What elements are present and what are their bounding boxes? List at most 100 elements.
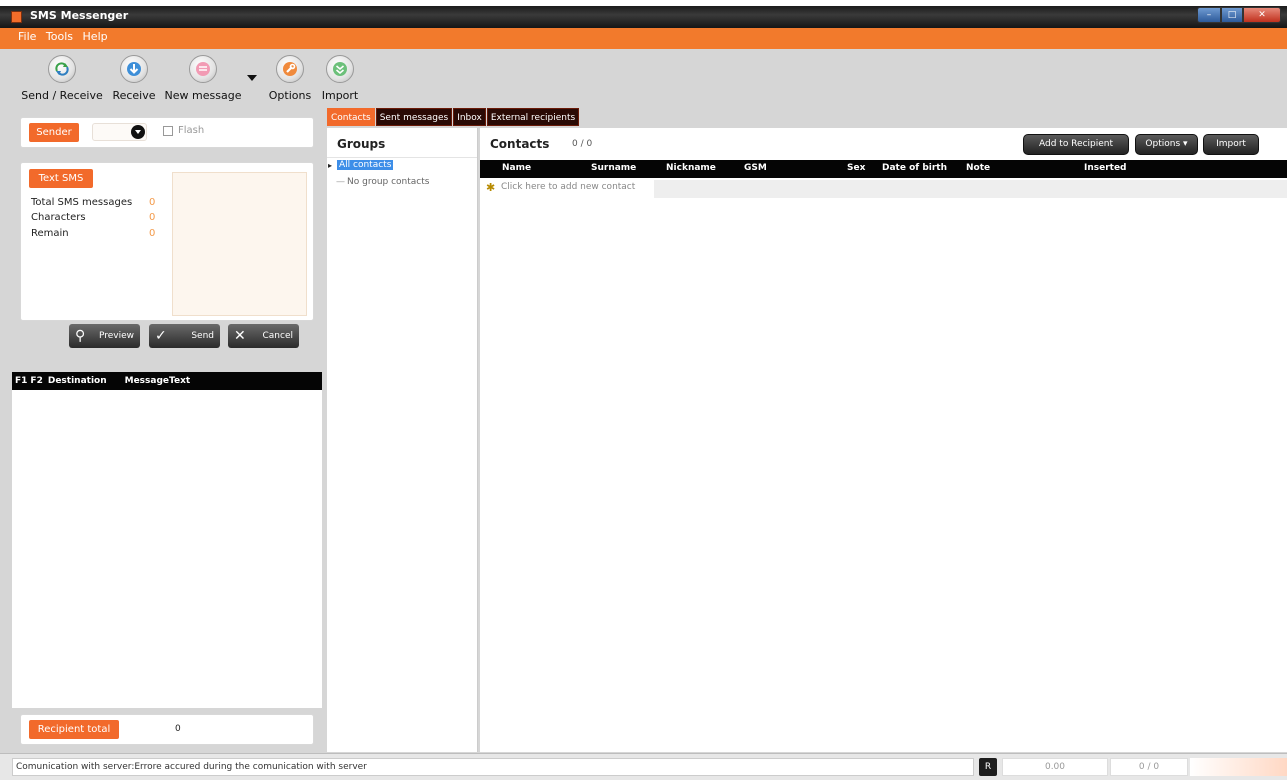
receive-button[interactable]: Receive [110,55,158,102]
chevron-down-icon[interactable] [131,125,145,139]
options-button[interactable]: Options [266,55,314,102]
chevron-down-icon: ▾ [1183,139,1188,149]
contacts-title: Contacts [490,137,550,151]
import-button[interactable]: Import [318,55,362,102]
new-message-dropdown-icon[interactable] [247,75,257,81]
status-bar: Comunication with server:Errore accured … [0,753,1287,780]
menu-file[interactable]: File [18,30,36,43]
new-row-star-icon: ✱ [486,181,496,194]
receive-icon [120,55,148,83]
col-name[interactable]: Name [502,163,531,173]
sender-panel: Sender Flash [20,117,314,148]
options-dropdown-label: Options [1145,139,1181,149]
close-icon[interactable]: ✕ [1243,7,1281,23]
flash-label: Flash [178,125,205,136]
sender-select[interactable] [92,123,147,141]
outbox-header: F1 F2 Destination MessageText [12,372,322,390]
text-sms-button[interactable]: Text SMS [29,169,93,188]
recipient-total-button[interactable]: Recipient total [29,720,119,739]
tab-strip: Contacts Sent messages Inbox External re… [327,108,580,126]
text-sms-panel: Text SMS Total SMS messages 0 Characters… [20,162,314,321]
send-label: Send [191,331,214,341]
group-no-group-contacts[interactable]: No group contacts [347,177,429,187]
options-label: Options [268,89,312,102]
contacts-grid-header: Name Surname Nickname GSM Sex Date of bi… [480,160,1287,178]
new-contact-row[interactable]: ✱ Click here to add new contact [480,180,1287,198]
new-message-icon [189,55,217,83]
col-inserted[interactable]: Inserted [1084,163,1127,173]
status-progress [1190,758,1287,776]
stat-total-label: Total SMS messages [31,197,133,208]
menu-tools[interactable]: Tools [46,30,73,43]
maximize-icon[interactable]: □ [1221,7,1243,23]
new-message-button[interactable]: New message [161,55,245,102]
groups-title: Groups [327,128,477,158]
stat-remain-value: 0 [149,228,156,239]
new-contact-hint: Click here to add new contact [501,182,636,192]
import-icon [326,55,354,83]
outbox-col-destination[interactable]: Destination [48,376,107,386]
minimize-icon[interactable]: – [1197,7,1221,23]
tree-expand-icon[interactable]: ▸ [328,161,332,170]
stat-characters-value: 0 [149,212,156,223]
recipient-panel: Recipient total 0 [20,714,314,745]
contacts-panel: Contacts 0 / 0 Add to Recipient Options … [480,128,1287,752]
contacts-count: 0 / 0 [572,139,593,149]
x-icon: ✕ [234,328,246,344]
message-textarea[interactable] [172,172,307,316]
contacts-import-button[interactable]: Import [1203,134,1259,155]
send-receive-label: Send / Receive [21,89,103,102]
outbox-col-f1[interactable]: F1 [15,376,27,386]
wrench-icon [276,55,304,83]
add-to-recipient-button[interactable]: Add to Recipient [1023,134,1129,155]
recipient-total-value: 0 [175,724,181,734]
checkbox-icon[interactable] [163,125,173,136]
checkmark-icon: ✓ [155,328,167,344]
col-date-of-birth[interactable]: Date of birth [882,163,947,173]
col-note[interactable]: Note [966,163,990,173]
send-button[interactable]: ✓ Send [149,324,220,348]
tab-inbox[interactable]: Inbox [453,108,486,126]
toolbar: Send / Receive Receive New message Optio… [0,49,1287,107]
window-controls: – □ ✕ [1197,7,1281,23]
stat-characters-label: Characters [31,212,86,223]
col-nickname[interactable]: Nickname [666,163,716,173]
tab-sent-messages[interactable]: Sent messages [375,108,453,126]
col-sex[interactable]: Sex [847,163,865,173]
app-icon [11,11,22,23]
stat-total-value: 0 [149,197,156,208]
options-dropdown-button[interactable]: Options ▾ [1135,134,1198,155]
stat-remain-label: Remain [31,228,69,239]
magnifier-icon: ⚲ [75,328,86,344]
r-button[interactable]: R [979,758,997,776]
cancel-button[interactable]: ✕ Cancel [228,324,299,348]
preview-label: Preview [98,331,134,341]
sender-button[interactable]: Sender [29,123,79,142]
status-counter: 0 / 0 [1110,758,1188,776]
flash-checkbox[interactable]: Flash [163,125,204,136]
tab-contacts[interactable]: Contacts [327,108,375,126]
col-surname[interactable]: Surname [591,163,636,173]
col-gsm[interactable]: GSM [744,163,767,173]
window-title: SMS Messenger [30,9,129,22]
outbox-table[interactable]: F1 F2 Destination MessageText [12,372,322,708]
cancel-label: Cancel [262,331,294,341]
menu-help[interactable]: Help [83,30,108,43]
preview-button[interactable]: ⚲ Preview [69,324,140,348]
groups-panel: Groups ▸ All contacts — No group contact… [327,128,478,752]
title-bar: SMS Messenger – □ ✕ [0,0,1287,28]
tab-external-recipients[interactable]: External recipients [486,108,580,126]
outbox-col-messagetext[interactable]: MessageText [125,376,191,386]
group-all-contacts[interactable]: All contacts [337,160,394,170]
send-receive-button[interactable]: Send / Receive [18,55,106,102]
new-row-cells[interactable] [654,180,1287,198]
new-message-label: New message [164,89,242,102]
status-message: Comunication with server:Errore accured … [12,758,974,776]
status-credit: 0.00 [1002,758,1108,776]
receive-label: Receive [112,89,156,102]
tree-line-icon: — [336,177,345,187]
menu-bar: File Tools Help [0,28,1287,49]
outbox-col-f2[interactable]: F2 [30,376,42,386]
send-receive-icon [48,55,76,83]
import-label: Import [321,89,359,102]
